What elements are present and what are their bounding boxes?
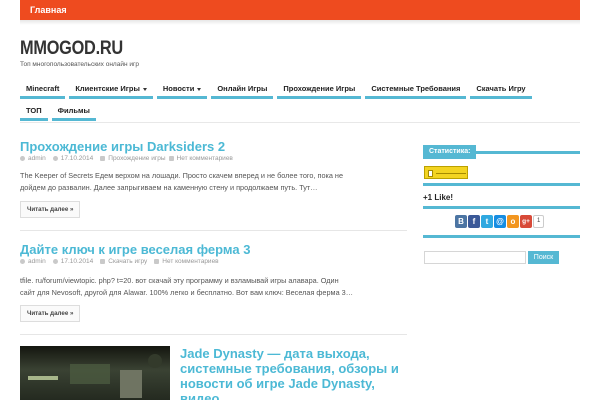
nav-divider bbox=[20, 122, 580, 123]
folder-icon bbox=[100, 156, 106, 161]
post-author-link[interactable]: admin bbox=[28, 155, 46, 162]
stats-widget-header: Статистика: bbox=[423, 140, 580, 159]
odnoklassniki-icon[interactable]: о bbox=[507, 215, 519, 228]
clock-icon bbox=[52, 259, 58, 264]
nav-item-label: Онлайн Игры bbox=[217, 84, 268, 93]
nav-item-news[interactable]: Новости bbox=[156, 80, 208, 99]
post-title-line: видео bbox=[180, 391, 220, 400]
nav-item-system-requirements[interactable]: Системные Требования bbox=[365, 80, 467, 99]
sidebar-divider bbox=[423, 235, 580, 238]
like-widget-title: +1 Like! bbox=[423, 193, 454, 202]
thumbnail-shape bbox=[70, 364, 110, 384]
nav-item-label: ТОП bbox=[26, 106, 42, 115]
read-more-button[interactable]: Читать далее » bbox=[20, 305, 81, 322]
sidebar-divider bbox=[423, 183, 580, 186]
site-description: Топ многопользовательских онлайн игр bbox=[20, 61, 139, 68]
nav-item-online-games[interactable]: Онлайн Игры bbox=[211, 80, 274, 99]
googleplus-count: 1 bbox=[533, 215, 545, 228]
post-divider bbox=[20, 230, 407, 231]
post-comments-link[interactable]: Нет комментариев bbox=[177, 155, 233, 162]
nav-item-label: Фильмы bbox=[57, 106, 90, 115]
nav-item-films[interactable]: Фильмы bbox=[51, 102, 96, 121]
excerpt-line: сайт для Nevosoft, другой для Alawar. 10… bbox=[20, 288, 354, 297]
thumbnail-shape bbox=[148, 354, 162, 368]
nav-item-label: Новости bbox=[162, 84, 195, 93]
post-title-line: Jade Dynasty — дата выхода, bbox=[180, 346, 370, 361]
post-category-link[interactable]: Прохождение игры bbox=[108, 155, 165, 162]
vk-icon[interactable]: В bbox=[455, 215, 467, 228]
post-meta: admin 17.10.2014 Прохождение игры Нет ко… bbox=[20, 155, 233, 162]
post-excerpt: tfile. ru/forum/viewtopic. php? t=20. во… bbox=[20, 275, 353, 299]
counter-line bbox=[436, 173, 466, 174]
comment-icon bbox=[154, 259, 160, 264]
post-title[interactable]: Jade Dynasty — дата выхода, системные тр… bbox=[180, 346, 410, 400]
excerpt-line: дойдем до развалин. Далее запрыгиваем на… bbox=[20, 183, 318, 192]
top-bar-shadow bbox=[20, 20, 580, 25]
post-date: 17.10.2014 bbox=[60, 258, 94, 265]
post-title[interactable]: Дайте ключ к игре веселая ферма 3 bbox=[20, 242, 250, 257]
nav-item-client-games[interactable]: Клиентские Игры bbox=[69, 80, 153, 99]
stats-counter-badge[interactable] bbox=[424, 166, 468, 179]
nav-item-label: Системные Требования bbox=[371, 84, 461, 93]
main-nav: Minecraft Клиентские Игры Новости Онлайн… bbox=[20, 80, 580, 121]
social-share-buttons: В f t @ о g+ 1 bbox=[455, 215, 545, 228]
post-excerpt: The Keeper of Secrets Едем верхом на лош… bbox=[20, 170, 343, 194]
nav-row-primary: Minecraft Клиентские Игры Новости Онлайн… bbox=[20, 80, 580, 99]
post-category-link[interactable]: Скачать игру bbox=[108, 258, 147, 265]
chevron-down-icon bbox=[197, 87, 202, 91]
nav-item-minecraft[interactable]: Minecraft bbox=[20, 80, 66, 99]
twitter-icon[interactable]: t bbox=[481, 215, 493, 228]
top-bar: Главная bbox=[20, 0, 580, 20]
nav-row-secondary: ТОП Фильмы bbox=[20, 102, 96, 121]
nav-item-label: Прохождение Игры bbox=[283, 84, 356, 93]
post-author-link[interactable]: admin bbox=[28, 258, 46, 265]
site-title[interactable]: MMOGOD.RU bbox=[20, 38, 123, 60]
excerpt-line: The Keeper of Secrets Едем верхом на лош… bbox=[20, 171, 344, 180]
thumbnail-shape bbox=[28, 376, 58, 380]
post-title[interactable]: Прохождение игры Darksiders 2 bbox=[20, 139, 225, 154]
googleplus-icon[interactable]: g+ bbox=[520, 215, 532, 228]
post-comments-link[interactable]: Нет комментариев bbox=[162, 258, 218, 265]
clock-icon bbox=[52, 156, 58, 161]
thumbnail-shape bbox=[120, 370, 142, 398]
mailru-icon[interactable]: @ bbox=[494, 215, 506, 228]
facebook-icon[interactable]: f bbox=[468, 215, 480, 228]
sidebar-divider bbox=[423, 206, 580, 209]
nav-item-walkthrough[interactable]: Прохождение Игры bbox=[277, 80, 362, 99]
post-thumbnail[interactable] bbox=[20, 346, 170, 400]
nav-item-label: Minecraft bbox=[26, 84, 60, 93]
stats-widget-title: Статистика: bbox=[423, 145, 477, 159]
chevron-down-icon bbox=[142, 87, 147, 91]
search-button[interactable]: Поиск bbox=[528, 251, 559, 264]
post-meta: admin 17.10.2014 Скачать игру Нет коммен… bbox=[20, 258, 219, 265]
counter-bar-icon bbox=[428, 170, 433, 177]
post-title-line: новости об игре Jade Dynasty, bbox=[180, 376, 375, 391]
post-divider bbox=[20, 334, 407, 335]
search-input[interactable] bbox=[424, 251, 526, 264]
nav-item-top[interactable]: ТОП bbox=[20, 102, 48, 121]
nav-item-download[interactable]: Скачать Игру bbox=[470, 80, 532, 99]
user-icon bbox=[20, 156, 25, 161]
nav-item-label: Скачать Игру bbox=[476, 84, 526, 93]
post-title-line: системные требования, обзоры и bbox=[180, 361, 399, 376]
comment-icon bbox=[168, 156, 174, 161]
post-date: 17.10.2014 bbox=[60, 155, 94, 162]
user-icon bbox=[20, 259, 25, 264]
read-more-button[interactable]: Читать далее » bbox=[20, 201, 81, 218]
excerpt-line: tfile. ru/forum/viewtopic. php? t=20. во… bbox=[20, 276, 339, 285]
home-link[interactable]: Главная bbox=[20, 0, 67, 20]
nav-item-label: Клиентские Игры bbox=[75, 84, 140, 93]
folder-icon bbox=[100, 259, 106, 264]
